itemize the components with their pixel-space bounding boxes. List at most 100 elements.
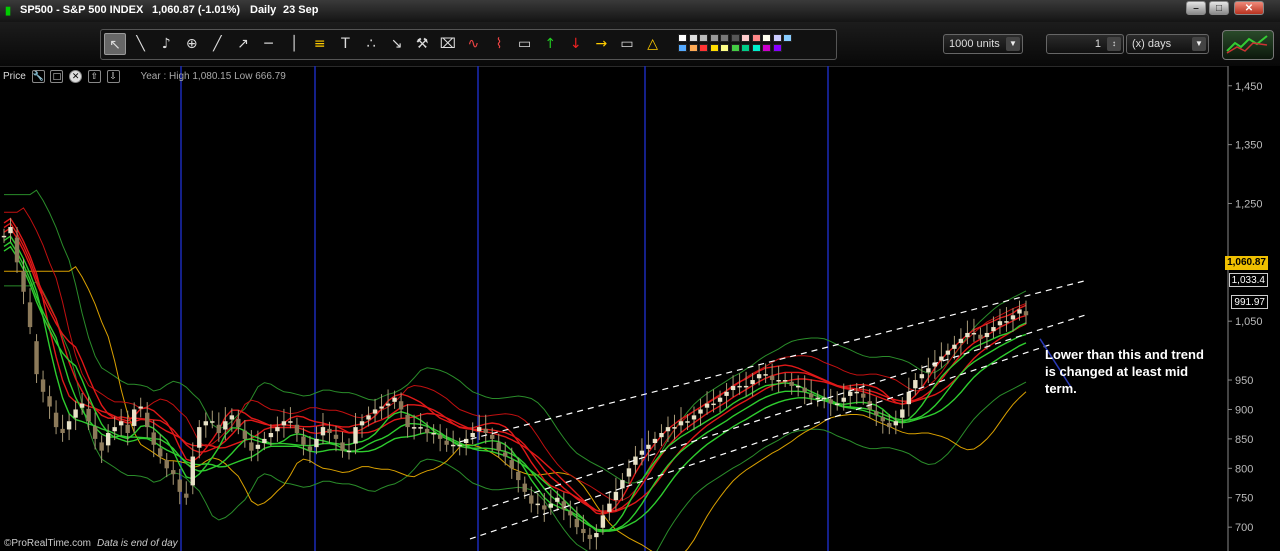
close-button[interactable]: ✕	[1234, 1, 1264, 15]
chart-canvas[interactable]: 1,4501,3501,2501,1501,050950900850800750…	[0, 66, 1280, 551]
color-swatch[interactable]	[772, 34, 782, 42]
candle-body	[105, 433, 111, 446]
units-select[interactable]: 1000 units ▼	[943, 34, 1023, 54]
color-swatch[interactable]	[678, 34, 687, 42]
triangle-icon[interactable]: △	[642, 33, 664, 55]
color-swatch[interactable]	[709, 44, 719, 52]
tools-icon[interactable]: ⚒	[411, 33, 433, 55]
candle-body	[411, 427, 417, 429]
candle-body	[151, 432, 156, 445]
panel-title: Price	[3, 71, 26, 83]
candle-body	[40, 379, 46, 392]
candle-body	[418, 427, 423, 429]
candle-body	[1023, 311, 1029, 316]
candle-body	[301, 436, 306, 445]
y-tick-label: 1,450	[1235, 81, 1263, 93]
zigzag-icon[interactable]: ⌇	[488, 33, 510, 55]
candle-body	[444, 440, 449, 445]
color-swatch[interactable]	[762, 44, 771, 52]
y-tick-label: 1,350	[1235, 140, 1263, 152]
rectangle-icon[interactable]: ▭	[514, 33, 536, 55]
chart-type-button[interactable]	[1222, 30, 1274, 60]
color-swatch[interactable]	[699, 44, 708, 52]
candle-body	[190, 456, 195, 486]
zoom-icon[interactable]: ⊕	[181, 33, 203, 55]
maximize-button[interactable]: □	[1209, 1, 1229, 15]
move-down-icon[interactable]: ⇩	[106, 70, 120, 83]
candle-body	[639, 450, 645, 455]
candle-body	[249, 442, 254, 451]
horizontal-line-icon[interactable]: ─	[258, 33, 280, 55]
color-swatch[interactable]	[772, 44, 782, 52]
color-swatch[interactable]	[741, 44, 750, 52]
color-swatch[interactable]	[783, 34, 792, 42]
wrench-icon[interactable]: 🔧	[31, 70, 45, 83]
candle-body	[815, 397, 820, 400]
candle-body	[255, 444, 261, 449]
candle-body	[952, 344, 957, 349]
down-arrow-icon[interactable]: ↓	[565, 33, 587, 55]
text-icon[interactable]: T	[334, 33, 356, 55]
period-unit-select[interactable]: (x) days ▼	[1126, 34, 1209, 54]
candle-body	[769, 375, 775, 381]
candle-body	[555, 497, 560, 502]
candle-body	[60, 428, 65, 434]
move-up-icon[interactable]: ⇧	[87, 70, 101, 83]
candle-body	[724, 391, 729, 396]
color-swatch[interactable]	[741, 34, 750, 42]
candle-body	[21, 271, 26, 292]
ruler-icon[interactable]: ╲	[130, 33, 152, 55]
candle-body	[900, 409, 905, 418]
trash-icon[interactable]: ⌧	[437, 33, 459, 55]
fan-icon[interactable]: ↘	[386, 33, 408, 55]
candle-body	[561, 501, 567, 510]
candle-body	[346, 450, 352, 453]
color-swatch[interactable]	[720, 34, 729, 42]
color-swatch[interactable]	[751, 44, 761, 52]
fibonacci-icon[interactable]: ≡	[309, 33, 331, 55]
cursor-icon[interactable]: ↖	[104, 33, 126, 55]
candle-body	[568, 511, 573, 516]
price-chart[interactable]: 1,4501,3501,2501,1501,050950900850800750…	[0, 66, 1280, 551]
candle-body	[600, 515, 606, 528]
point-icon[interactable]: ∴	[360, 33, 382, 55]
color-swatch[interactable]	[720, 44, 729, 52]
candle-body	[112, 427, 117, 432]
candle-body	[210, 421, 215, 423]
color-swatch[interactable]	[688, 44, 698, 52]
minimize-button[interactable]: –	[1186, 1, 1206, 15]
candle-body	[743, 385, 749, 388]
candle-body	[835, 403, 840, 406]
ray-icon[interactable]: ↗	[232, 33, 254, 55]
candle-body	[678, 421, 684, 426]
bell-icon[interactable]: ♪	[155, 33, 177, 55]
color-swatch[interactable]	[688, 34, 698, 42]
candle-body	[366, 415, 371, 420]
candle-body	[1010, 315, 1016, 320]
right-arrow-icon[interactable]: →	[590, 33, 612, 55]
color-swatch[interactable]	[751, 34, 761, 42]
candle-body	[906, 391, 912, 405]
color-swatch[interactable]	[709, 34, 719, 42]
up-arrow-icon[interactable]: ↑	[539, 33, 561, 55]
instrument-name: SP500 - S&P 500 INDEX	[20, 4, 144, 16]
line-icon[interactable]: ╱	[206, 33, 228, 55]
close-panel-icon[interactable]: ✕	[69, 70, 83, 83]
channel-icon[interactable]: ▭	[616, 33, 638, 55]
candle-body	[535, 503, 540, 506]
period-count-input[interactable]: 1 ↕	[1046, 34, 1124, 54]
color-swatch[interactable]	[678, 44, 687, 52]
color-swatch[interactable]	[730, 34, 740, 42]
candle-body	[587, 534, 593, 539]
candle-body	[92, 426, 98, 439]
vertical-line-icon[interactable]: │	[283, 33, 305, 55]
window-icon[interactable]: □	[50, 70, 64, 83]
color-swatch[interactable]	[730, 44, 740, 52]
color-swatch[interactable]	[762, 34, 771, 42]
date-label: 23 Sep	[283, 4, 319, 16]
candle-body	[483, 428, 488, 434]
wave-icon[interactable]: ∿	[462, 33, 484, 55]
color-swatch[interactable]	[699, 34, 708, 42]
candle-body	[685, 421, 690, 423]
candle-body	[118, 421, 124, 426]
